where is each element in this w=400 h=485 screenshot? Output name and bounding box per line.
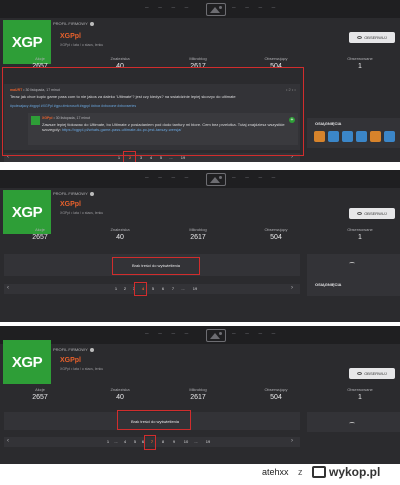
highlight-box (144, 435, 156, 450)
footer-username: atehxx (262, 467, 289, 477)
follow-button[interactable]: OBSERWUJ (349, 368, 395, 379)
profile-subtitle: XGPpl • lata / o stacs, lenku (60, 43, 104, 47)
page-link[interactable]: 2 (121, 286, 129, 291)
page-link[interactable]: 8 (159, 439, 167, 444)
highlight-box (123, 151, 136, 162)
pagination: ‹ › 1 2 3 4 5 6 7 ... 19 (4, 284, 300, 294)
achievements-title: OSIĄGNIĘCIA (315, 121, 342, 126)
stat-followers[interactable]: Obserwujący 504 (236, 227, 316, 241)
stat-finds[interactable]: Znaleziska 40 (80, 387, 160, 401)
page-link[interactable]: 9 (170, 439, 178, 444)
verified-icon (89, 191, 94, 196)
page-link[interactable]: 5 (149, 286, 157, 291)
wykop-logo-icon (312, 466, 326, 478)
stat-microblog[interactable]: Mikroblog 2617 (158, 387, 238, 401)
stat-following[interactable]: Obserwowane 1 (320, 227, 400, 241)
eye-icon (357, 212, 363, 215)
achievement-badge-icon[interactable] (356, 131, 367, 142)
profile-screenshot-3: — — — — — — — — XGP PROFIL FIRMOWY XGPpl… (0, 326, 400, 464)
achievement-badge-icon[interactable] (342, 131, 353, 142)
achievement-badge-icon[interactable] (384, 131, 395, 142)
site-logo: wykop.pl (312, 465, 380, 479)
chevron-right-icon[interactable]: › (291, 438, 293, 444)
top-bar: — — — — — — — — (0, 0, 400, 18)
page-link[interactable]: 19 (203, 439, 213, 444)
achievement-badge-icon[interactable] (314, 131, 325, 142)
page-link[interactable]: 19 (190, 286, 200, 291)
stats-bar: Akcje 2657 Znaleziska 40 Mikroblog 2617 Obs… (0, 227, 400, 249)
page-ellipsis: ... (181, 286, 185, 291)
top-bar: — — — — — — — — (0, 170, 400, 188)
profile-tag: PROFIL FIRMOWY (53, 21, 94, 26)
stat-microblog[interactable]: Mikroblog 2617 (158, 227, 238, 241)
profile-name[interactable]: XGPpl (60, 201, 81, 208)
achievement-badge-icon[interactable] (370, 131, 381, 142)
page-link[interactable]: 5 (131, 439, 139, 444)
decoration: — — — — (232, 174, 279, 181)
stats-bar: Akcje 2657 Znaleziska 40 Mikroblog 2617 Obs… (0, 387, 400, 409)
profile-name[interactable]: XGPpl (60, 357, 81, 364)
photo-icon[interactable] (206, 3, 226, 16)
page-link[interactable]: 10 (181, 439, 191, 444)
page-link[interactable]: 7 (169, 286, 177, 291)
profile-logo: XGP (3, 340, 51, 384)
page-link[interactable]: 6 (159, 286, 167, 291)
eye-icon (357, 372, 363, 375)
photo-icon[interactable] (206, 329, 226, 342)
footer-separator: z (298, 467, 303, 477)
decoration: — — — — (145, 330, 192, 337)
profile-tag: PROFIL FIRMOWY (53, 191, 94, 196)
stat-following[interactable]: Obserwowane 1 (320, 387, 400, 401)
page-link[interactable]: 4 (121, 439, 129, 444)
highlight-box (134, 282, 147, 296)
profile-tag: PROFIL FIRMOWY (53, 347, 94, 352)
decoration: — — — — (232, 4, 279, 11)
page-link[interactable]: 1 (104, 439, 112, 444)
highlight-box (2, 67, 304, 156)
achievements-title: OSIĄGNIĘCIA (315, 282, 342, 287)
profile-screenshot-1: — — — — — — — — XGP PROFIL FIRMOWY XGPpl… (0, 0, 400, 162)
follow-button[interactable]: OBSERWUJ (349, 32, 395, 43)
photo-icon[interactable] (206, 173, 226, 186)
chevron-left-icon[interactable]: ‹ (7, 285, 9, 291)
profile-name[interactable]: XGPpl (60, 33, 81, 40)
stat-following[interactable]: Obserwowane 1 (320, 56, 400, 70)
profile-screenshot-2: — — — — — — — — XGP PROFIL FIRMOWY XGPpl… (0, 170, 400, 322)
sidebar-achievements (307, 254, 400, 296)
decoration: — — — — (145, 4, 192, 11)
page-link[interactable]: 1 (112, 286, 120, 291)
loading-spinner-icon (349, 262, 355, 265)
stat-followers[interactable]: Obserwujący 504 (236, 387, 316, 401)
follow-button[interactable]: OBSERWUJ (349, 208, 395, 219)
verified-icon (89, 21, 94, 26)
highlight-box (117, 410, 191, 430)
loading-spinner-icon (349, 422, 355, 425)
profile-subtitle: XGPpl • lata / o stacs, lenku (60, 367, 104, 371)
verified-icon (89, 347, 94, 352)
page-ellipsis: ... (114, 439, 118, 444)
page-ellipsis: ... (194, 439, 198, 444)
chevron-left-icon[interactable]: ‹ (7, 438, 9, 444)
top-bar: — — — — — — — — (0, 326, 400, 344)
eye-icon (357, 36, 363, 39)
chevron-right-icon[interactable]: › (291, 285, 293, 291)
stat-finds[interactable]: Znaleziska 40 (80, 227, 160, 241)
profile-subtitle: XGPpl • lata / o stacs, lenku (60, 211, 104, 215)
achievement-badge-icon[interactable] (328, 131, 339, 142)
decoration: — — — — (145, 174, 192, 181)
stat-actions[interactable]: Akcje 2657 (0, 387, 80, 401)
stat-actions[interactable]: Akcje 2657 (0, 227, 80, 241)
highlight-box (112, 257, 200, 275)
decoration: — — — — (232, 330, 279, 337)
